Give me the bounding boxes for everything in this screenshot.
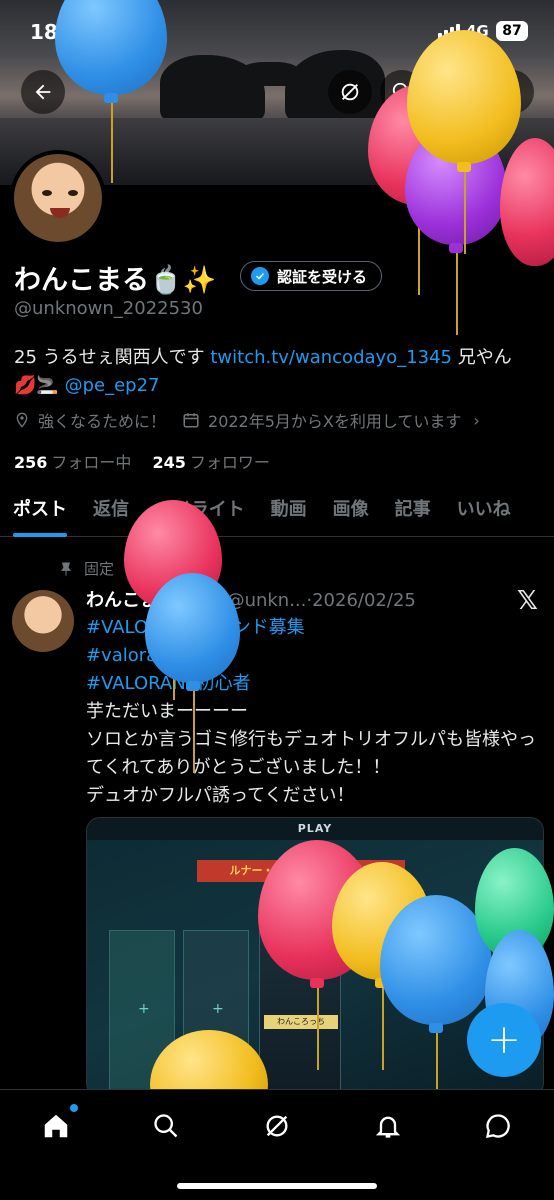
hashtag-link[interactable]: #VALORANT初心者 (86, 670, 544, 698)
profile-location: 強くなるために！ (38, 412, 167, 431)
profile-meta: 強くなるために！ 2022年5月からXを利用しています › (14, 408, 480, 432)
profile-joined: 2022年5月からXを利用しています (208, 412, 462, 431)
pinned-label: 固定 (84, 560, 115, 578)
pinned-indicator: 固定 (58, 558, 114, 579)
followers-count: 245 (152, 453, 186, 472)
calendar-icon (183, 413, 199, 428)
bio-link[interactable]: twitch.tv/wancodayo_1345 (210, 347, 452, 368)
bio-text: 25 うるせぇ関西人です (14, 347, 211, 368)
balloon-decoration (145, 573, 240, 773)
back-button[interactable] (21, 70, 65, 114)
post-text-line: ソロとか言うゴミ修行もデュオトリオフルパも皆様やってくれてありがとうございました… (86, 729, 536, 778)
x-logo-icon: 𝕏 (517, 586, 538, 616)
profile-bio: 25 うるせぇ関西人です twitch.tv/wancodayo_1345 兄や… (14, 344, 534, 400)
location-pin-icon (16, 412, 28, 428)
post-text-line: 芋ただいまーーーー (86, 701, 248, 722)
followers-label: フォロワー (189, 453, 270, 472)
verified-badge-icon (251, 267, 269, 285)
grok-icon (266, 1115, 288, 1137)
get-verified-button[interactable]: 認証を受ける (240, 261, 383, 291)
post-avatar[interactable] (12, 590, 74, 652)
profile-tabs: ポスト 返信 ハイライト 動画 画像 記事 いいね (0, 485, 554, 537)
chevron-right-icon[interactable]: › (473, 411, 479, 430)
compose-button[interactable]: + (467, 1003, 541, 1077)
unread-dot (70, 1104, 78, 1112)
post-text-line: デュオかフルパ誘ってください！ (86, 785, 355, 806)
tab-articles[interactable]: 記事 (382, 485, 444, 537)
tab-likes[interactable]: いいね (444, 485, 524, 537)
bio-mention[interactable]: @pe_ep27 (65, 375, 160, 396)
nav-messages[interactable] (478, 1106, 518, 1146)
bell-icon (375, 1116, 401, 1138)
followers-link[interactable]: 245 フォロワー (153, 453, 270, 472)
message-icon (486, 1114, 510, 1138)
nav-search[interactable] (146, 1106, 186, 1146)
plus-icon: + (487, 1017, 521, 1063)
profile-handle: @unknown_2022530 (14, 298, 203, 319)
tab-videos[interactable]: 動画 (258, 485, 320, 537)
nav-grok[interactable] (257, 1106, 297, 1146)
home-icon (44, 1114, 68, 1138)
following-label: フォロー中 (51, 453, 132, 472)
arrow-left-icon (35, 84, 51, 100)
grok-icon (341, 83, 359, 101)
following-count: 256 (14, 453, 48, 472)
profile-avatar[interactable] (10, 150, 106, 246)
follow-stats: 256 フォロー中 245 フォロワー (14, 449, 270, 473)
image-topbar: PLAY (87, 818, 543, 840)
pin-icon (61, 562, 71, 576)
get-verified-label: 認証を受ける (277, 267, 368, 286)
nav-notifications[interactable] (368, 1106, 408, 1146)
search-icon (154, 1114, 178, 1138)
tab-posts[interactable]: ポスト (0, 485, 80, 537)
balloon-decoration (407, 30, 521, 254)
tab-photos[interactable]: 画像 (320, 485, 382, 537)
image-card-name: わんころっち (264, 1015, 338, 1029)
nav-home[interactable] (36, 1106, 76, 1146)
post-meta: @unkn...·2026/02/25 (226, 590, 416, 611)
profile-name: わんこまる🍵✨ (14, 265, 217, 296)
battery-indicator: 87 (496, 21, 528, 41)
home-indicator (177, 1183, 377, 1189)
grok-button[interactable] (328, 70, 372, 114)
following-link[interactable]: 256 フォロー中 (14, 453, 131, 472)
